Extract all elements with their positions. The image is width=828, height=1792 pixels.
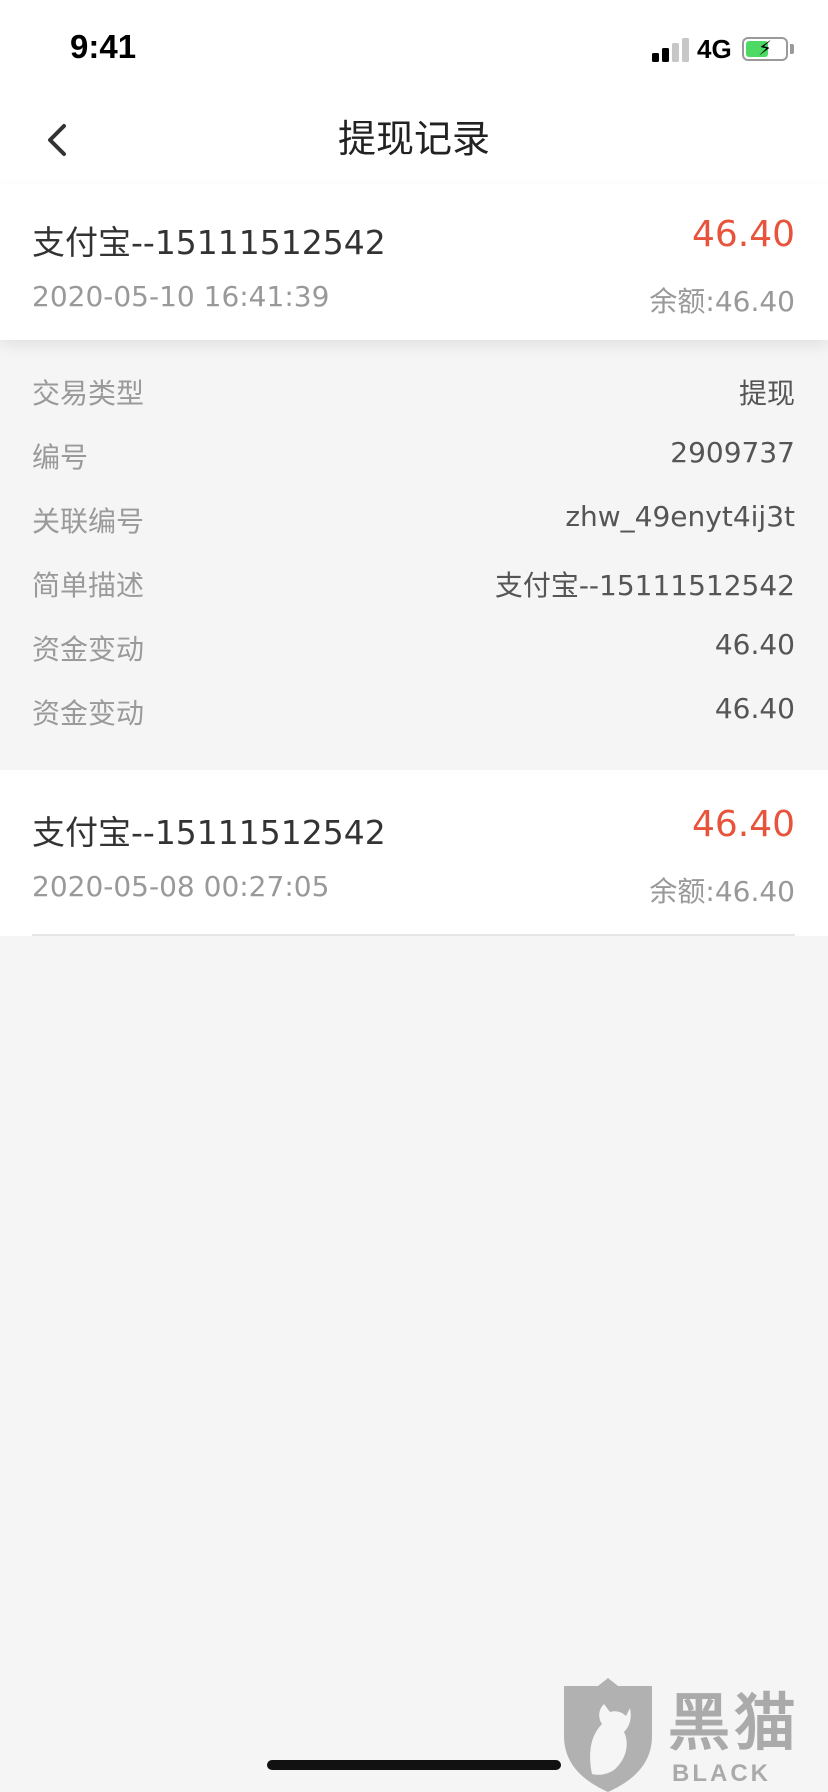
battery-tip — [790, 44, 794, 54]
detail-value: zhw_49enyt4ij3t — [565, 500, 795, 533]
network-type-label: 4G — [697, 34, 732, 64]
record-date: 2020-05-10 16:41:39 — [32, 280, 330, 313]
signal-strength-icon — [652, 36, 692, 62]
detail-row-fund-change: 资金变动 46.40 — [0, 680, 828, 744]
detail-row-fund-change: 资金变动 46.40 — [0, 616, 828, 680]
record-item[interactable]: 支付宝--15111512542 46.40 2020-05-10 16:41:… — [0, 184, 828, 340]
detail-row-transaction-type: 交易类型 提现 — [0, 360, 828, 424]
charging-bolt-icon: ⚡ — [757, 36, 773, 60]
detail-label: 简单描述 — [32, 569, 145, 602]
page-title: 提现记录 — [337, 117, 490, 161]
cat-shield-logo-icon — [564, 1678, 652, 1792]
withdrawal-records-screen: 9:41 4G ⚡ 提现记录 支付宝--15111512542 46.40 20… — [0, 0, 828, 1792]
record-balance: 余额:46.40 — [649, 285, 795, 318]
status-time: 9:41 — [70, 28, 137, 65]
record-date: 2020-05-08 00:27:05 — [32, 870, 330, 903]
detail-row-number: 编号 2909737 — [0, 424, 828, 488]
detail-label: 编号 — [32, 441, 89, 474]
record-title: 支付宝--15111512542 — [32, 223, 386, 262]
home-indicator[interactable] — [267, 1760, 561, 1770]
record-amount: 46.40 — [691, 214, 795, 255]
detail-label: 关联编号 — [32, 505, 145, 538]
detail-value: 提现 — [738, 377, 795, 410]
watermark-logo-text: 黑猫 — [668, 1686, 801, 1759]
detail-label: 资金变动 — [32, 633, 145, 666]
detail-row-description: 简单描述 支付宝--15111512542 — [0, 552, 828, 616]
detail-row-related-number: 关联编号 zhw_49enyt4ij3t — [0, 488, 828, 552]
watermark: 黑猫 BLACK CAT — [558, 1672, 828, 1792]
nav-bar: 提现记录 — [0, 96, 828, 184]
detail-value: 46.40 — [714, 692, 795, 725]
record-balance: 余额:46.40 — [649, 875, 795, 908]
battery-icon: ⚡ — [742, 36, 788, 61]
record-amount: 46.40 — [691, 804, 795, 845]
detail-value: 2909737 — [670, 436, 795, 469]
detail-label: 资金变动 — [32, 697, 145, 730]
detail-value: 支付宝--15111512542 — [494, 569, 795, 602]
divider — [32, 934, 795, 936]
status-bar: 9:41 4G ⚡ — [0, 0, 828, 96]
detail-label: 交易类型 — [32, 377, 145, 410]
watermark-sub-text: BLACK CAT — [672, 1760, 771, 1792]
record-title: 支付宝--15111512542 — [32, 813, 386, 852]
record-details: 交易类型 提现 编号 2909737 关联编号 zhw_49enyt4ij3t … — [0, 340, 828, 770]
record-item[interactable]: 支付宝--15111512542 46.40 2020-05-08 00:27:… — [0, 770, 828, 936]
detail-value: 46.40 — [714, 628, 795, 661]
